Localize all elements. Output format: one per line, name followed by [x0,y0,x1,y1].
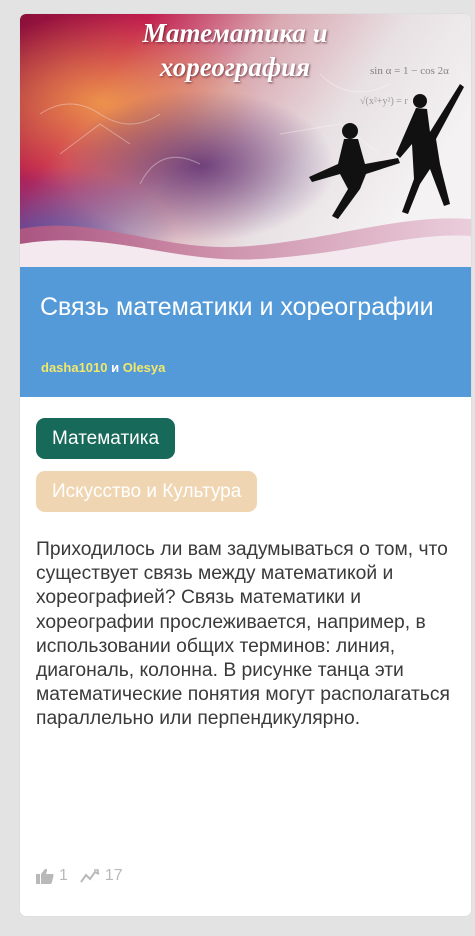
author-link[interactable]: dasha1010 [41,360,108,375]
svg-text:sin α = 1 − cos 2α: sin α = 1 − cos 2α [370,65,449,77]
tag-mathematics[interactable]: Математика [36,418,176,459]
article-description: Приходилось ли вам задумываться о том, ч… [36,539,450,730]
author-link[interactable]: Olesya [123,360,166,375]
views-counter: 17 [80,866,123,886]
stats-bar: 1 17 [36,866,135,886]
likes-counter[interactable]: 1 [36,866,68,886]
article-card[interactable]: sin α = 1 − cos 2α √(x²+y²) = r Математи… [20,14,471,916]
authors-line: dasha1010 и Olesya [41,360,165,375]
svg-text:√(x²+y²) = r: √(x²+y²) = r [360,96,408,107]
likes-count: 1 [59,867,68,884]
authors-joiner: и [107,360,123,375]
views-count: 17 [104,867,123,884]
article-title[interactable]: Связь математики и хореографии [40,293,450,322]
title-banner: Связь математики и хореографии dasha1010… [20,267,471,397]
cover-image[interactable]: sin α = 1 − cos 2α √(x²+y²) = r Математи… [20,14,471,267]
thumbs-up-icon [36,868,54,884]
cover-title: Математика и хореография [142,18,328,82]
tag-art-and-culture[interactable]: Искусство и Культура [36,471,258,512]
trend-line-icon [80,869,100,883]
